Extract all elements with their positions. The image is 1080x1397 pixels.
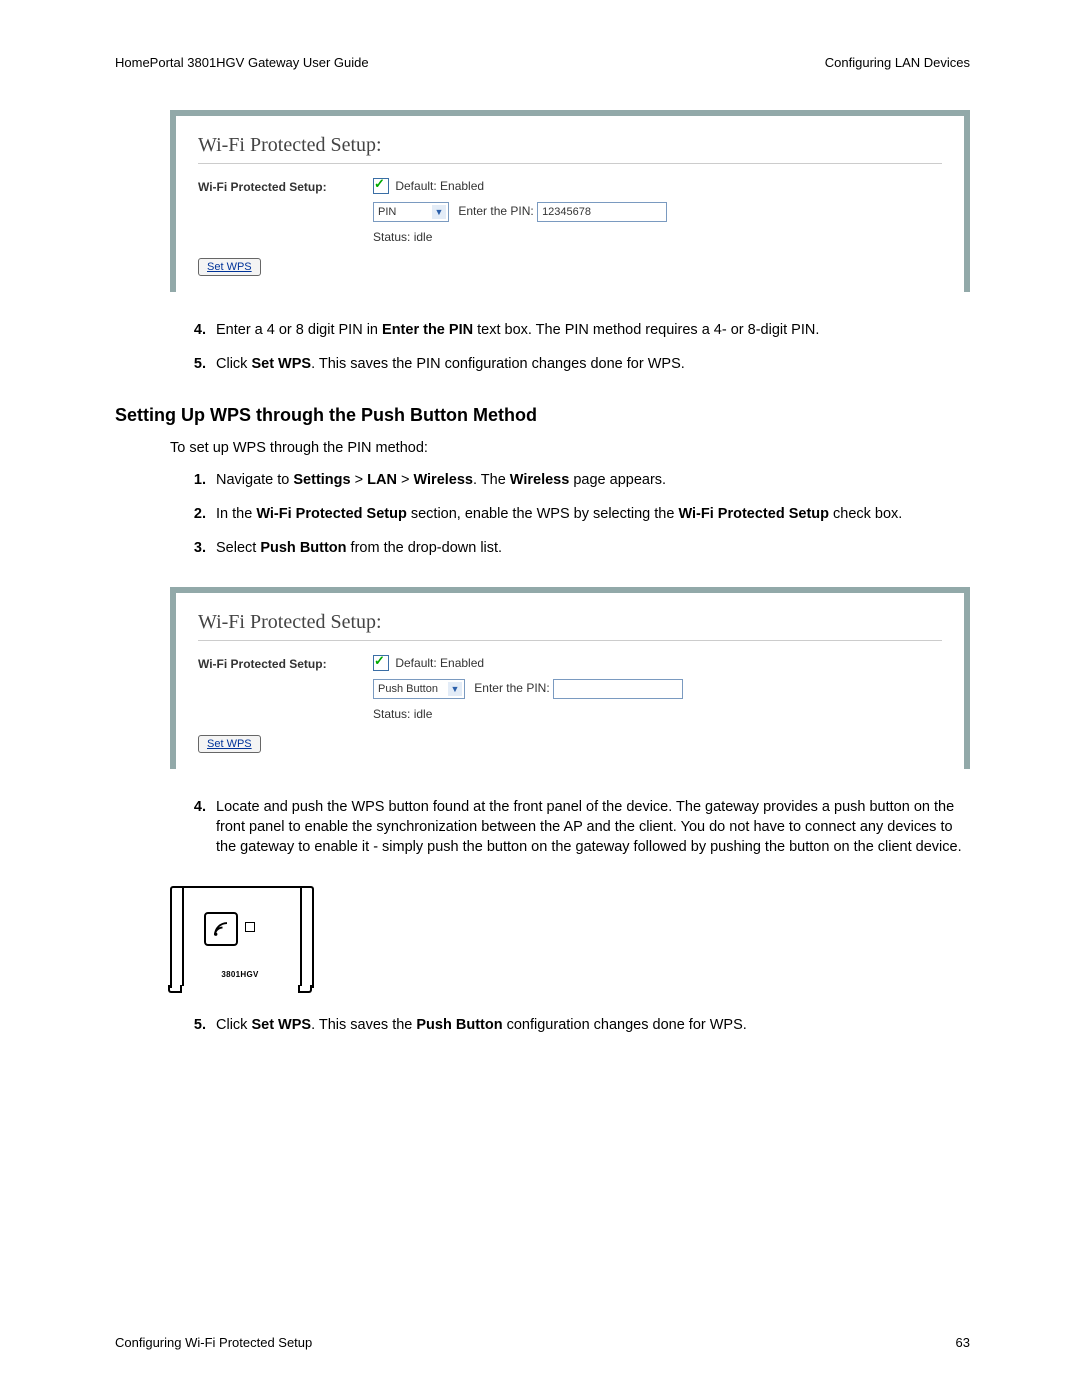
panel-title: Wi-Fi Protected Setup:	[198, 611, 942, 634]
header-left: HomePortal 3801HGV Gateway User Guide	[115, 55, 369, 70]
chevron-down-icon: ▼	[432, 205, 446, 219]
wps-checkbox[interactable]	[373, 655, 389, 671]
status-text: Status: idle	[373, 230, 942, 244]
steps-list-a: Enter a 4 or 8 digit PIN in Enter the PI…	[170, 320, 970, 375]
select-value: PIN	[378, 206, 432, 218]
default-enabled-text: Default: Enabled	[395, 656, 484, 670]
section-heading: Setting Up WPS through the Push Button M…	[115, 405, 970, 426]
wifi-icon	[212, 920, 230, 938]
header-right: Configuring LAN Devices	[825, 55, 970, 70]
set-wps-button[interactable]: Set WPS	[198, 735, 261, 753]
wps-label: Wi-Fi Protected Setup:	[198, 178, 373, 194]
status-text: Status: idle	[373, 707, 942, 721]
footer-left: Configuring Wi-Fi Protected Setup	[115, 1335, 312, 1350]
pin-label: Enter the PIN:	[458, 204, 533, 218]
step-c5: Click Set WPS. This saves the Push Butto…	[210, 1015, 970, 1035]
set-wps-button[interactable]: Set WPS	[198, 258, 261, 276]
step-c4: Locate and push the WPS button found at …	[210, 797, 970, 858]
pin-label: Enter the PIN:	[474, 681, 549, 695]
wps-panel-pushbutton: Wi-Fi Protected Setup: Wi-Fi Protected S…	[170, 587, 970, 769]
step-b3: Select Push Button from the drop-down li…	[210, 538, 970, 558]
select-value: Push Button	[378, 683, 448, 695]
device-front-panel-illustration: 3801HGV	[170, 886, 310, 991]
chevron-down-icon: ▼	[448, 682, 462, 696]
default-enabled-text: Default: Enabled	[395, 179, 484, 193]
divider	[198, 163, 942, 164]
lead-text: To set up WPS through the PIN method:	[170, 440, 970, 456]
led-indicator-icon	[245, 922, 255, 932]
step-a4: Enter a 4 or 8 digit PIN in Enter the PI…	[210, 320, 970, 340]
page-number: 63	[956, 1335, 970, 1350]
pin-input[interactable]: 12345678	[537, 202, 667, 222]
wps-method-select[interactable]: Push Button ▼	[373, 679, 465, 699]
steps-list-c2: Click Set WPS. This saves the Push Butto…	[170, 1015, 970, 1035]
step-b1: Navigate to Settings > LAN > Wireless. T…	[210, 470, 970, 490]
device-model-label: 3801HGV	[170, 970, 310, 979]
wps-checkbox[interactable]	[373, 178, 389, 194]
steps-list-b: Navigate to Settings > LAN > Wireless. T…	[170, 470, 970, 559]
wps-button-icon	[204, 912, 238, 946]
steps-list-c: Locate and push the WPS button found at …	[170, 797, 970, 858]
panel-title: Wi-Fi Protected Setup:	[198, 134, 942, 157]
wps-method-select[interactable]: PIN ▼	[373, 202, 449, 222]
wps-panel-pin: Wi-Fi Protected Setup: Wi-Fi Protected S…	[170, 110, 970, 292]
pin-input[interactable]	[553, 679, 683, 699]
step-b2: In the Wi-Fi Protected Setup section, en…	[210, 504, 970, 524]
divider	[198, 640, 942, 641]
step-a5: Click Set WPS. This saves the PIN config…	[210, 354, 970, 374]
wps-label: Wi-Fi Protected Setup:	[198, 655, 373, 671]
